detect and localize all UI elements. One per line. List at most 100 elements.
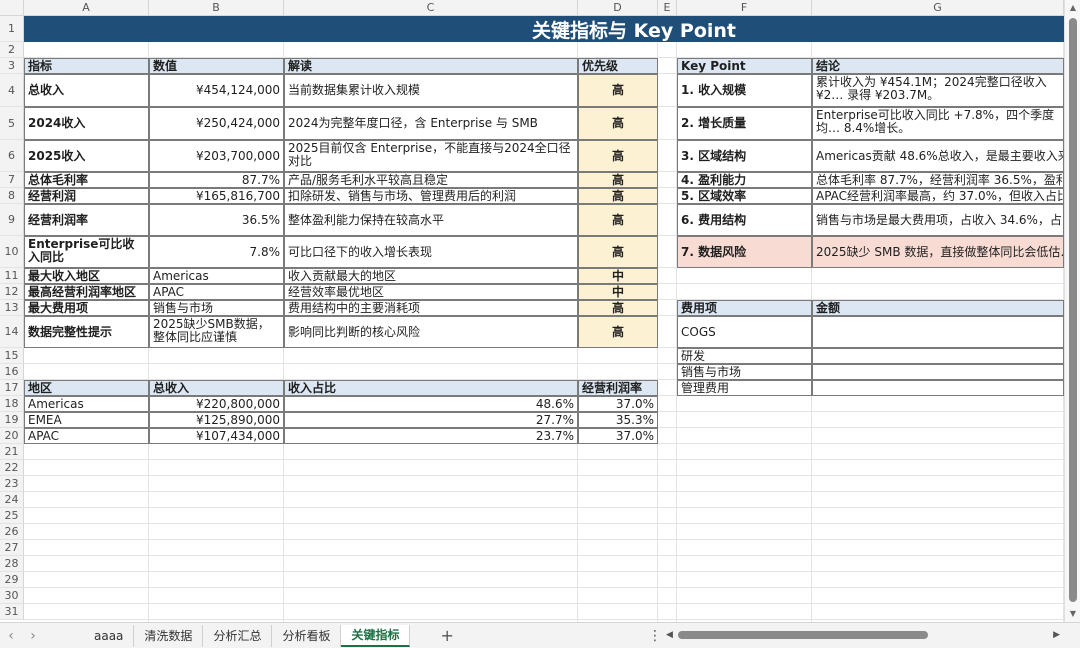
sheet-tab[interactable]: 分析看板 — [272, 624, 342, 647]
row-header[interactable]: 20 — [0, 428, 24, 444]
region-share[interactable]: 48.6% — [284, 396, 578, 412]
metric-interpretation[interactable]: 扣除研发、销售与市场、管理费用后的利润 — [284, 188, 578, 204]
metric-interpretation[interactable]: 当前数据集累计收入规模 — [284, 74, 578, 107]
region-margin[interactable]: 35.3% — [578, 412, 658, 428]
horizontal-scroll-thumb[interactable] — [678, 631, 928, 639]
region-revenue[interactable]: ¥107,434,000 — [149, 428, 284, 444]
metric-value[interactable]: 36.5% — [149, 204, 284, 236]
metric-indicator[interactable]: 2024收入 — [24, 107, 149, 140]
row-header[interactable]: 1 — [0, 16, 24, 42]
region-revenue[interactable]: ¥220,800,000 — [149, 396, 284, 412]
region-share[interactable]: 27.7% — [284, 412, 578, 428]
expense-item[interactable]: 研发 — [677, 348, 812, 364]
row-header[interactable]: 27 — [0, 540, 24, 556]
metric-indicator[interactable]: 经营利润率 — [24, 204, 149, 236]
metric-value[interactable]: 7.8% — [149, 236, 284, 268]
scroll-left-arrow-icon[interactable]: ◀ — [666, 628, 673, 642]
metric-interpretation[interactable]: 经营效率最优地区 — [284, 284, 578, 300]
column-header-a[interactable]: A — [24, 0, 149, 16]
region-name[interactable]: EMEA — [24, 412, 149, 428]
scroll-up-arrow-icon[interactable]: ▲ — [1065, 2, 1080, 14]
row-header[interactable]: 18 — [0, 396, 24, 412]
expense-item[interactable]: COGS — [677, 316, 812, 348]
row-header[interactable]: 24 — [0, 492, 24, 508]
expense-item[interactable]: 销售与市场 — [677, 364, 812, 380]
metric-priority[interactable]: 中 — [578, 284, 658, 300]
metrics-header-interpretation[interactable]: 解读 — [284, 58, 578, 74]
kp-header-key-point[interactable]: Key Point — [677, 58, 812, 74]
row-header[interactable]: 6 — [0, 140, 24, 172]
tab-next-icon[interactable]: › — [22, 628, 44, 644]
region-margin[interactable]: 37.0% — [578, 396, 658, 412]
metric-value[interactable]: ¥250,424,000 — [149, 107, 284, 140]
vertical-scroll-thumb[interactable] — [1069, 18, 1077, 602]
metric-priority[interactable]: 高 — [578, 107, 658, 140]
metric-indicator[interactable]: 2025收入 — [24, 140, 149, 172]
row-header[interactable]: 10 — [0, 236, 24, 268]
spreadsheet-grid[interactable]: A B C D E F G 1 2 3 4 5 6 7 8 9 10 11 12 13 14 15 16 17 18 19 20 21… — [0, 0, 1080, 622]
row-header[interactable]: 3 — [0, 58, 24, 74]
metric-value[interactable]: APAC — [149, 284, 284, 300]
expense-amount[interactable] — [812, 316, 1064, 348]
metric-interpretation[interactable]: 整体盈利能力保持在较高水平 — [284, 204, 578, 236]
metric-priority[interactable]: 高 — [578, 188, 658, 204]
column-header-g[interactable]: G — [812, 0, 1064, 16]
key-point-text[interactable]: 总体毛利率 87.7%，经营利润率 36.5%，盈利… — [812, 172, 1064, 188]
key-point-text[interactable]: APAC经营利润率最高，约 37.0%，但收入占比… — [812, 188, 1064, 204]
metric-value[interactable]: ¥203,700,000 — [149, 140, 284, 172]
row-header[interactable]: 22 — [0, 460, 24, 476]
sheet-tab[interactable]: 分析汇总 — [203, 624, 273, 647]
metric-indicator[interactable]: 最大收入地区 — [24, 268, 149, 284]
expense-header-amount[interactable]: 金额 — [812, 300, 1064, 316]
key-point-text[interactable]: 累计收入为 ¥454.1M；2024完整口径收入 ¥2… 录得 ¥203.7M。 — [812, 74, 1064, 107]
column-header-b[interactable]: B — [149, 0, 284, 16]
expense-amount[interactable] — [812, 380, 1064, 396]
region-name[interactable]: Americas — [24, 396, 149, 412]
sheet-tab[interactable]: 清洗数据 — [134, 624, 204, 647]
row-header[interactable]: 11 — [0, 268, 24, 284]
row-header[interactable]: 4 — [0, 74, 24, 107]
row-header[interactable]: 30 — [0, 588, 24, 604]
metric-priority[interactable]: 高 — [578, 172, 658, 188]
region-margin[interactable]: 37.0% — [578, 428, 658, 444]
row-header[interactable]: 29 — [0, 572, 24, 588]
scroll-down-arrow-icon[interactable]: ▼ — [1065, 608, 1080, 620]
vertical-scrollbar[interactable]: ▲ ▼ — [1064, 0, 1080, 622]
column-header-c[interactable]: C — [284, 0, 578, 16]
metric-priority[interactable]: 高 — [578, 236, 658, 268]
metric-priority[interactable]: 高 — [578, 74, 658, 107]
metric-interpretation[interactable]: 影响同比判断的核心风险 — [284, 316, 578, 348]
metrics-header-priority[interactable]: 优先级 — [578, 58, 658, 74]
row-header[interactable]: 21 — [0, 444, 24, 460]
row-header[interactable]: 31 — [0, 604, 24, 620]
metric-indicator[interactable]: 数据完整性提示 — [24, 316, 149, 348]
metric-indicator[interactable]: 最高经营利润率地区 — [24, 284, 149, 300]
region-revenue[interactable]: ¥125,890,000 — [149, 412, 284, 428]
region-header-revenue[interactable]: 总收入 — [149, 380, 284, 396]
expense-header-item[interactable]: 费用项 — [677, 300, 812, 316]
region-header-margin[interactable]: 经营利润率 — [578, 380, 658, 396]
row-header[interactable]: 15 — [0, 348, 24, 364]
key-point-label[interactable]: 3. 区域结构 — [677, 140, 812, 172]
metric-value[interactable]: 87.7% — [149, 172, 284, 188]
metric-indicator[interactable]: 最大费用项 — [24, 300, 149, 316]
region-share[interactable]: 23.7% — [284, 428, 578, 444]
metric-priority[interactable]: 高 — [578, 140, 658, 172]
select-all-corner[interactable] — [0, 0, 24, 16]
column-header-e[interactable]: E — [658, 0, 677, 16]
metric-priority[interactable]: 高 — [578, 204, 658, 236]
key-point-text[interactable]: 销售与市场是最大费用项，占收入 34.6%，占… — [812, 204, 1064, 236]
row-header[interactable]: 13 — [0, 300, 24, 316]
sheet-tab[interactable]: 关键指标 — [341, 624, 411, 647]
metric-indicator[interactable]: 总收入 — [24, 74, 149, 107]
scroll-right-arrow-icon[interactable]: ▶ — [1053, 628, 1060, 642]
tab-prev-icon[interactable]: ‹ — [0, 628, 22, 644]
metric-indicator[interactable]: Enterprise可比收入同比 — [24, 236, 149, 268]
key-point-label[interactable]: 6. 费用结构 — [677, 204, 812, 236]
row-header[interactable]: 8 — [0, 188, 24, 204]
row-header[interactable]: 7 — [0, 172, 24, 188]
metric-value[interactable]: 2025缺少SMB数据，整体同比应谨慎 — [149, 316, 284, 348]
metric-interpretation[interactable]: 2024为完整年度口径，含 Enterprise 与 SMB — [284, 107, 578, 140]
key-point-label[interactable]: 4. 盈利能力 — [677, 172, 812, 188]
row-header[interactable]: 2 — [0, 42, 24, 58]
